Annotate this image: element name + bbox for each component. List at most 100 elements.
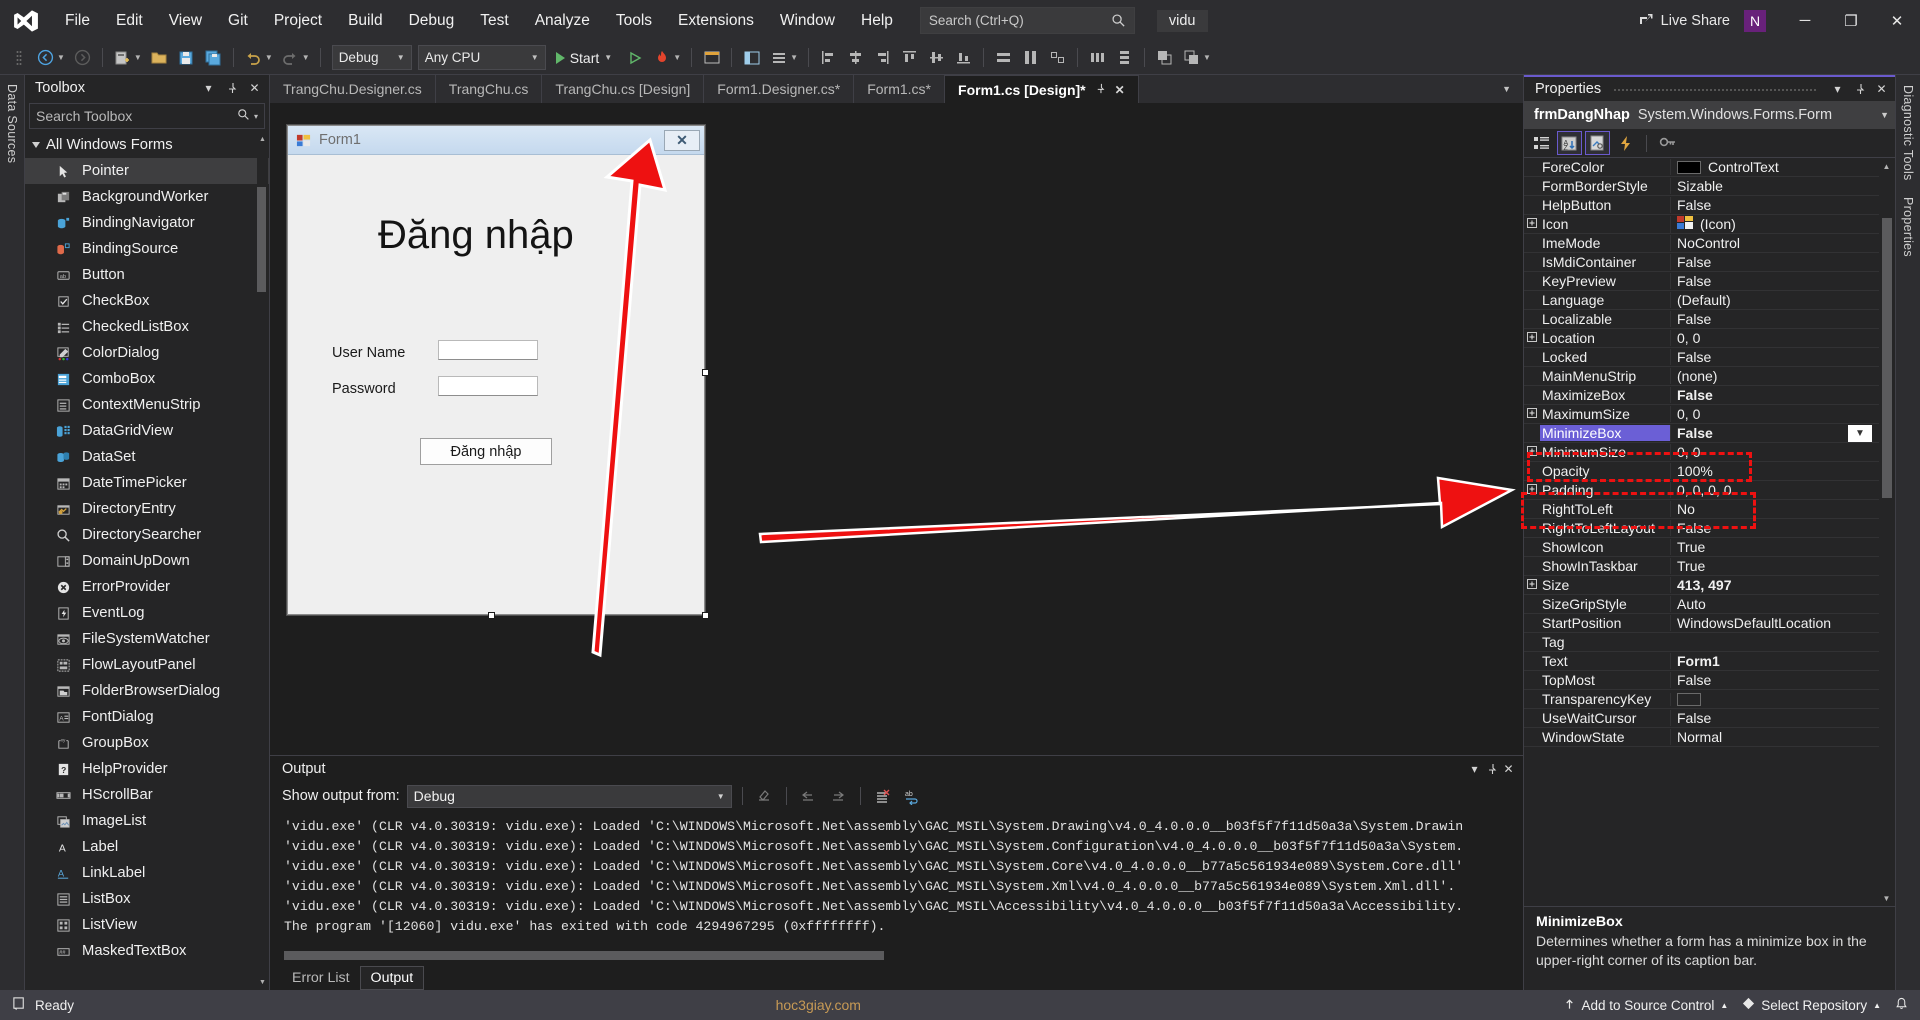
clear-all-button[interactable] xyxy=(753,785,776,808)
scroll-down-icon[interactable]: ▼ xyxy=(257,976,268,989)
property-row-maximizebox[interactable]: MaximizeBoxFalse xyxy=(1524,386,1895,405)
form-login-button[interactable]: Đăng nhập xyxy=(420,438,552,465)
expand-plus-icon[interactable] xyxy=(1524,408,1540,421)
solution-platform-combo[interactable]: Any CPU ▼ xyxy=(418,45,546,70)
property-row-locked[interactable]: LockedFalse xyxy=(1524,348,1895,367)
property-row-showintaskbar[interactable]: ShowInTaskbarTrue xyxy=(1524,557,1895,576)
expand-plus-icon[interactable] xyxy=(1524,332,1540,345)
dots-handle-icon[interactable] xyxy=(6,45,31,70)
new-project-dropdown-icon[interactable]: ▼ xyxy=(134,53,142,62)
toolbox-item-imagelist[interactable]: ImageList xyxy=(25,808,269,834)
hot-reload-dropdown-icon[interactable]: ▼ xyxy=(673,53,681,62)
toolbox-item-datagridview[interactable]: DataGridView xyxy=(25,418,269,444)
property-value-cell[interactable]: (Icon) xyxy=(1670,216,1895,233)
toolbox-item-directoryentry[interactable]: DirectoryEntry xyxy=(25,496,269,522)
toolbox-item-checkedlistbox[interactable]: CheckedListBox xyxy=(25,314,269,340)
toolbox-scrollbar[interactable]: ▲ ▼ xyxy=(257,132,268,990)
property-value-cell[interactable]: Auto xyxy=(1670,596,1895,612)
properties-grid[interactable]: ForeColorControlTextFormBorderStyleSizab… xyxy=(1524,158,1895,906)
property-row-icon[interactable]: Icon(Icon) xyxy=(1524,215,1895,234)
properties-scroll-down-icon[interactable]: ▼ xyxy=(1881,892,1892,904)
layout-options-button[interactable] xyxy=(766,45,791,70)
send-to-back-button[interactable] xyxy=(1179,45,1204,70)
start-debug-button[interactable]: Start ▼ xyxy=(548,45,621,70)
menu-test[interactable]: Test xyxy=(467,0,521,41)
data-sources-tab[interactable]: Data Sources xyxy=(5,84,19,163)
form-designer-surface[interactable]: Form1 ✕ Đăng nhập User Name Password Đăn… xyxy=(270,103,1523,755)
menu-analyze[interactable]: Analyze xyxy=(522,0,603,41)
properties-dropdown-icon[interactable]: ▾ xyxy=(1829,81,1846,98)
document-tab-0[interactable]: TrangChu.Designer.cs xyxy=(270,75,436,103)
output-pin-icon[interactable] xyxy=(1483,760,1500,777)
property-row-location[interactable]: Location0, 0 xyxy=(1524,329,1895,348)
menu-build[interactable]: Build xyxy=(335,0,395,41)
form-username-textbox[interactable] xyxy=(438,340,538,360)
menu-extensions[interactable]: Extensions xyxy=(665,0,767,41)
document-tab-3[interactable]: Form1.Designer.cs* xyxy=(704,75,854,103)
property-value-cell[interactable]: (none) xyxy=(1670,368,1895,384)
back-dropdown-icon[interactable]: ▼ xyxy=(57,53,65,62)
property-value-cell[interactable]: False xyxy=(1670,273,1895,289)
property-value-cell[interactable]: ControlText xyxy=(1670,159,1895,175)
property-value-cell[interactable]: False xyxy=(1670,672,1895,688)
events-button[interactable] xyxy=(1613,131,1638,155)
property-row-topmost[interactable]: TopMostFalse xyxy=(1524,671,1895,690)
property-row-text[interactable]: TextForm1 xyxy=(1524,652,1895,671)
property-value-cell[interactable] xyxy=(1670,693,1895,706)
property-row-transparencykey[interactable]: TransparencyKey xyxy=(1524,690,1895,709)
window-maximize-button[interactable]: ❐ xyxy=(1828,0,1874,41)
expand-plus-icon[interactable] xyxy=(1524,579,1540,592)
order-dropdown-icon[interactable]: ▼ xyxy=(1203,53,1211,62)
property-value-cell[interactable]: WindowsDefaultLocation xyxy=(1670,615,1895,631)
align-tops-button[interactable] xyxy=(897,45,922,70)
go-to-previous-message-button[interactable] xyxy=(797,785,820,808)
property-row-minimizebox[interactable]: MinimizeBoxFalse▼ xyxy=(1524,424,1895,443)
properties-object-selector[interactable]: frmDangNhap System.Windows.Forms.Form ▼ xyxy=(1524,101,1895,129)
menu-tools[interactable]: Tools xyxy=(603,0,665,41)
menu-help[interactable]: Help xyxy=(848,0,906,41)
make-same-height-button[interactable] xyxy=(1018,45,1043,70)
properties-scroll-up-icon[interactable]: ▲ xyxy=(1881,160,1892,172)
property-row-size[interactable]: Size413, 497 xyxy=(1524,576,1895,595)
window-close-button[interactable]: ✕ xyxy=(1874,0,1920,41)
new-project-button[interactable] xyxy=(110,45,135,70)
toolbox-item-dataset[interactable]: DataSet xyxy=(25,444,269,470)
undo-dropdown-icon[interactable]: ▼ xyxy=(265,53,273,62)
menu-project[interactable]: Project xyxy=(261,0,335,41)
redo-button[interactable] xyxy=(278,45,303,70)
property-value-cell[interactable]: 0, 0 xyxy=(1670,330,1895,346)
property-row-forecolor[interactable]: ForeColorControlText xyxy=(1524,158,1895,177)
scroll-up-icon[interactable]: ▲ xyxy=(257,133,268,146)
property-value-cell[interactable]: NoControl xyxy=(1670,235,1895,251)
property-value-cell[interactable]: False xyxy=(1670,387,1895,403)
properties-scrollbar[interactable]: ▲ ▼ xyxy=(1879,158,1895,906)
live-share-button[interactable]: Live Share xyxy=(1624,13,1744,29)
vertical-spacing-button[interactable] xyxy=(1112,45,1137,70)
property-row-maximumsize[interactable]: MaximumSize0, 0 xyxy=(1524,405,1895,424)
menu-debug[interactable]: Debug xyxy=(396,0,468,41)
menu-window[interactable]: Window xyxy=(767,0,848,41)
property-row-mainmenustrip[interactable]: MainMenuStrip(none) xyxy=(1524,367,1895,386)
toggle-word-wrap-button[interactable]: ab xyxy=(901,785,924,808)
notifications-button[interactable] xyxy=(1895,997,1908,1014)
toolbox-search-input[interactable]: Search Toolbox ▾ xyxy=(29,103,265,129)
property-row-showicon[interactable]: ShowIconTrue xyxy=(1524,538,1895,557)
toolbox-item-pointer[interactable]: Pointer xyxy=(25,158,269,184)
toolbox-item-directorysearcher[interactable]: DirectorySearcher xyxy=(25,522,269,548)
property-value-cell[interactable]: True xyxy=(1670,558,1895,574)
toolbox-close-icon[interactable]: ✕ xyxy=(246,80,263,97)
property-value-cell[interactable]: Sizable xyxy=(1670,178,1895,194)
output-hscroll-thumb[interactable] xyxy=(284,951,884,960)
property-value-cell[interactable]: False xyxy=(1670,254,1895,270)
toolbox-item-button[interactable]: abButton xyxy=(25,262,269,288)
bring-to-front-button[interactable] xyxy=(1152,45,1177,70)
horizontal-spacing-button[interactable] xyxy=(1085,45,1110,70)
property-value-cell[interactable]: 0, 0 xyxy=(1670,406,1895,422)
property-row-tag[interactable]: Tag xyxy=(1524,633,1895,652)
layout-dropdown-icon[interactable]: ▼ xyxy=(790,53,798,62)
align-middles-button[interactable] xyxy=(924,45,949,70)
property-row-formborderstyle[interactable]: FormBorderStyleSizable xyxy=(1524,177,1895,196)
navigate-forward-button[interactable] xyxy=(70,45,95,70)
toolbox-group-all-windows-forms[interactable]: All Windows Forms xyxy=(25,132,269,158)
properties-page-button[interactable] xyxy=(1585,131,1610,155)
